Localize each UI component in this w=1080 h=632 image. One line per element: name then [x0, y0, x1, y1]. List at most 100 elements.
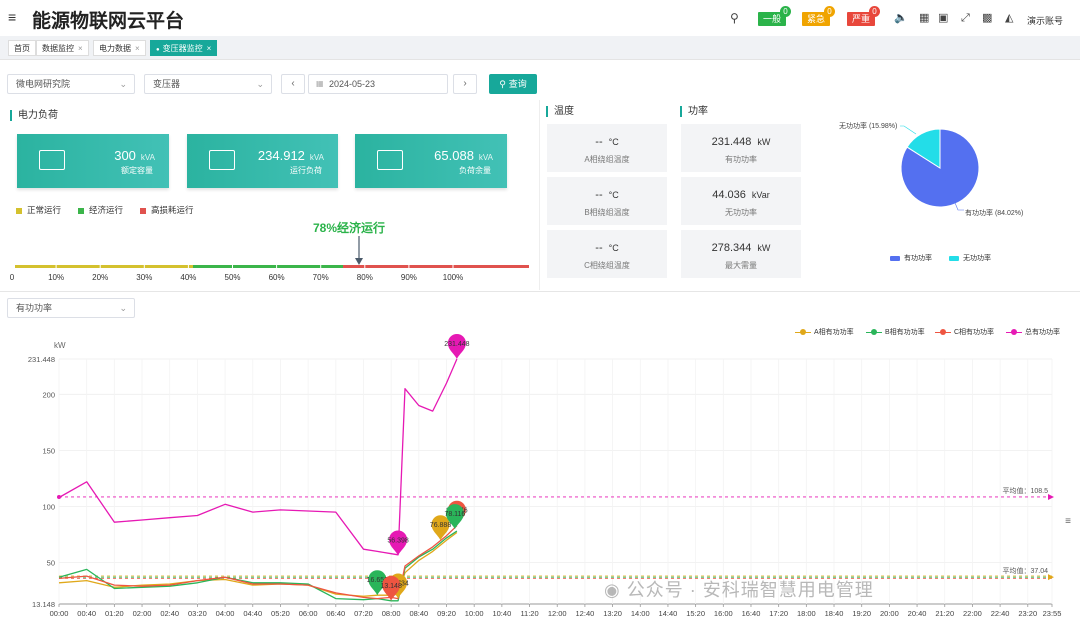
tab-transformer-monitor[interactable]: ● 变压器监控 × — [150, 40, 218, 56]
end-a-label: 76.888 — [430, 522, 452, 529]
series-line[interactable] — [58, 358, 458, 556]
gauge-scale-label: 30% — [136, 273, 153, 282]
card-rated-capacity-unit: kVA — [140, 153, 155, 162]
y-tick-label: 231.448 — [28, 355, 55, 364]
gauge-scale-label: 0 — [9, 273, 15, 282]
x-tick-label: 09:20 — [437, 609, 456, 618]
min-total-label: 56.398 — [387, 537, 409, 544]
x-tick-label: 16:00 — [714, 609, 733, 618]
x-tick-label: 03:20 — [188, 609, 207, 618]
end-b-label: 78.116 — [444, 511, 465, 518]
load-rate-pointer-arrow — [355, 258, 363, 265]
max-demand-label: 最大需量 — [725, 261, 757, 270]
divider — [0, 291, 1080, 292]
alarm-severe-badge[interactable]: 严重 0 — [847, 6, 881, 26]
reactive-power-value: 44.036 — [712, 189, 746, 201]
search-icon: ⚲ — [499, 79, 506, 89]
max-demand-unit: kW — [757, 243, 771, 253]
x-tick-label: 00:40 — [77, 609, 96, 618]
close-icon[interactable]: × — [78, 44, 83, 53]
menu-toggle-icon[interactable]: ≡ — [8, 10, 16, 24]
load-rate-indicator-label: 78%经济运行 — [313, 220, 385, 235]
next-date-button[interactable]: › — [453, 74, 477, 94]
legend-swatch — [16, 207, 22, 214]
chart-series — [58, 358, 458, 602]
temp-a-cell: -- °C A相绕组温度 — [547, 124, 667, 172]
chevron-down-icon: ⌄ — [119, 79, 127, 89]
y-axis-unit: kW — [54, 341, 66, 350]
search-icon[interactable]: ⚲ — [730, 12, 739, 24]
gauge-scale-label: 70% — [312, 273, 329, 282]
date-picker[interactable]: ▦ 2024-05-23 — [308, 74, 448, 94]
pie-legend-reactive[interactable]: 无功功率 — [949, 253, 991, 263]
device-select[interactable]: 变压器 ⌄ — [144, 74, 272, 94]
gauge-normal-band — [15, 265, 193, 268]
card-running-load: 234.912 kVA 运行负荷 — [187, 134, 338, 188]
load-rate-gauge: 78%经济运行 — [11, 220, 529, 268]
tab-data-monitor[interactable]: 数据监控 × — [36, 40, 89, 56]
tab-home[interactable]: 首页 — [8, 40, 36, 56]
alarm-general-count: 0 — [780, 6, 792, 17]
x-tick-label: 23:20 — [1018, 609, 1037, 618]
mute-icon[interactable]: 🔈 — [894, 12, 908, 24]
max-demand-cell: 278.344 kW 最大需量 — [681, 230, 801, 278]
alarm-severe-count: 0 — [869, 6, 881, 17]
temp-a-value: -- — [595, 136, 603, 148]
x-tick-label: 06:00 — [299, 609, 318, 618]
x-tick-label: 18:40 — [825, 609, 844, 618]
active-power-cell: 231.448 kW 有功功率 — [681, 124, 801, 172]
gauge-high-loss-band — [343, 265, 529, 268]
divider — [539, 100, 540, 290]
gauge-scale-label: 40% — [180, 273, 197, 282]
max-demand-value: 278.344 — [711, 242, 752, 254]
x-tick-label: 17:20 — [769, 609, 788, 618]
x-tick-label: 14:00 — [631, 609, 650, 618]
temp-b-label: B相绕组温度 — [584, 208, 630, 217]
close-icon[interactable]: × — [135, 44, 140, 53]
y-tick-label: 50 — [47, 559, 55, 568]
active-power-value: 231.448 — [711, 136, 752, 148]
x-tick-label: 18:00 — [797, 609, 816, 618]
theme-icon[interactable]: ◭ — [1005, 12, 1013, 24]
layout-icon[interactable]: ▦ — [919, 12, 929, 24]
temp-a-unit: °C — [608, 137, 619, 147]
toolbox-icon[interactable]: ≡ — [1065, 516, 1071, 527]
alarm-urgent-badge[interactable]: 紧急 0 — [802, 6, 836, 26]
legend-swatch — [890, 255, 900, 261]
reactive-power-unit: kVar — [751, 190, 770, 200]
alarm-urgent-count: 0 — [824, 6, 836, 17]
temp-a-label: A相绕组温度 — [584, 155, 630, 164]
chart-icon — [377, 150, 403, 170]
screenshot-icon[interactable]: ▣ — [938, 12, 948, 24]
pie-leader-reactive — [900, 125, 917, 135]
date-value: 2024-05-23 — [329, 79, 376, 89]
x-tick-label: 04:40 — [243, 609, 262, 618]
y-tick-label: 13.148 — [32, 600, 55, 609]
account-name[interactable]: 演示账号 — [1027, 14, 1063, 27]
query-button[interactable]: ⚲ 查询 — [489, 74, 537, 94]
pie-legend-active[interactable]: 有功功率 — [890, 253, 932, 263]
x-tick-label: 06:40 — [326, 609, 345, 618]
y-tick-label: 150 — [42, 446, 55, 455]
avg-line-arrow — [1048, 493, 1054, 500]
card-running-load-unit: kVA — [309, 153, 324, 162]
gauge-scale-label: 80% — [356, 273, 373, 282]
alarm-general-badge[interactable]: 一般 0 — [758, 6, 792, 26]
tab-power-data-label: 电力数据 — [99, 44, 131, 53]
language-icon[interactable]: ▩ — [982, 12, 992, 24]
org-select[interactable]: 微电网研究院 ⌄ — [7, 74, 135, 94]
temp-c-label: C相绕组温度 — [584, 261, 630, 270]
app-title: 能源物联网云平台 — [32, 11, 185, 32]
x-tick-label: 12:40 — [576, 609, 595, 618]
legend-swatch — [140, 207, 146, 214]
x-tick-label: 10:40 — [492, 609, 511, 618]
prev-date-button[interactable]: ‹ — [281, 74, 305, 94]
metric-select[interactable]: 有功功率 ⌄ — [7, 298, 135, 318]
x-tick-label: 12:00 — [548, 609, 567, 618]
close-icon[interactable]: × — [207, 44, 212, 53]
fullscreen-icon[interactable]: ⤢ — [961, 12, 970, 24]
x-tick-label: 05:20 — [271, 609, 290, 618]
tab-power-data[interactable]: 电力数据 × — [93, 40, 146, 56]
pie-label-reactive: 无功功率 (15.98%) — [839, 123, 898, 130]
active-power-unit: kW — [757, 137, 771, 147]
